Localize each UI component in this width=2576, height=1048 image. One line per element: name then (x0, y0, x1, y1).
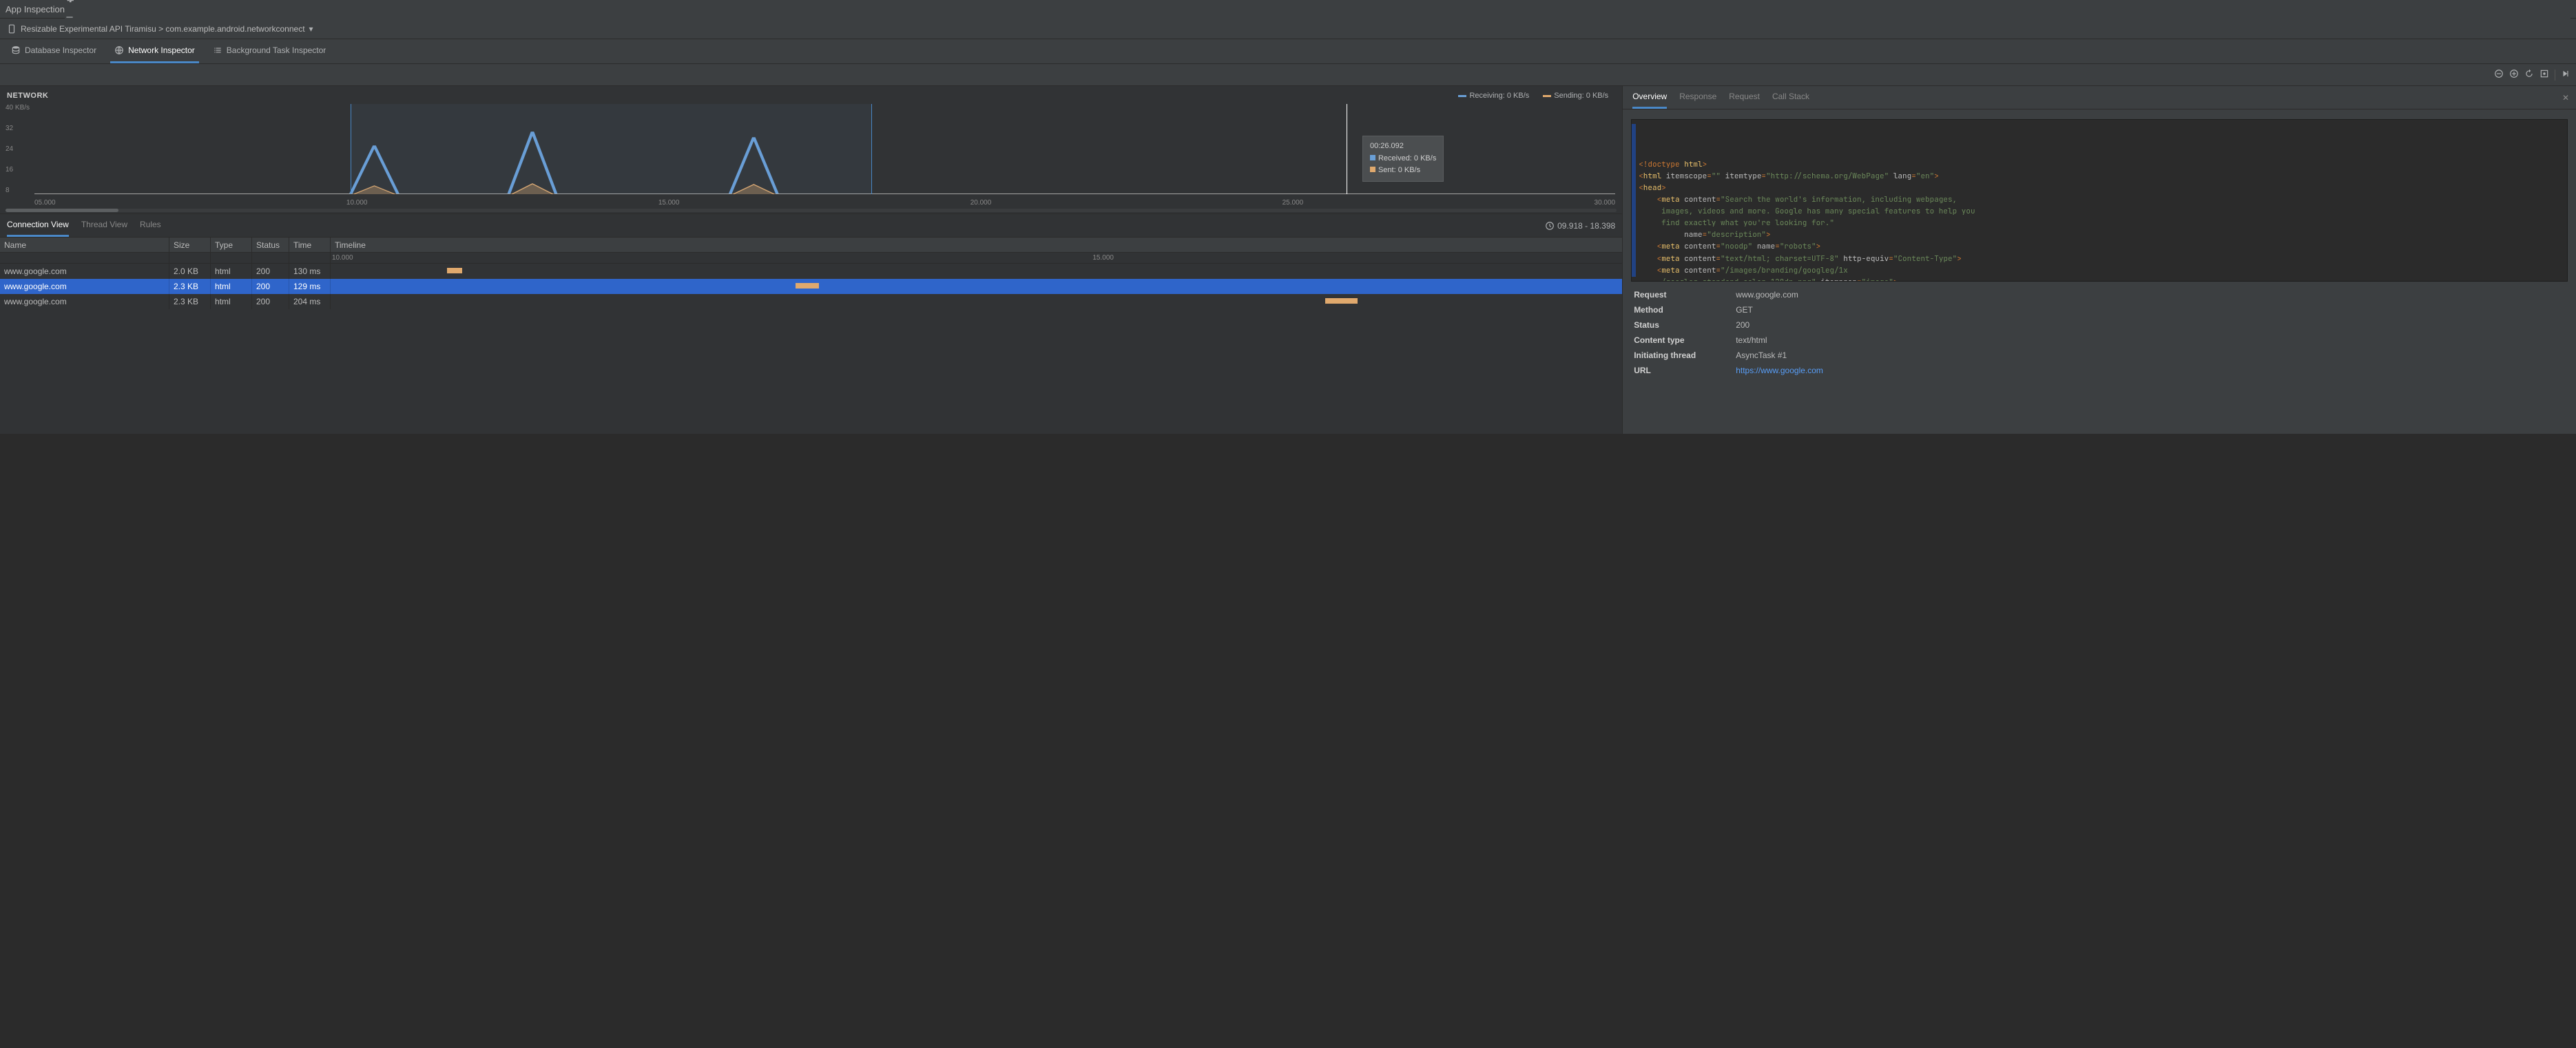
tab-label: Background Task Inspector (227, 45, 326, 55)
detail-pane: Overview Response Request Call Stack ✕ <… (1623, 86, 2576, 434)
value-request: www.google.com (1736, 290, 2565, 300)
fit-selection-icon[interactable] (2539, 69, 2549, 81)
tooltip-time: 00:26.092 (1370, 140, 1436, 153)
value-initiating-thread: AsyncTask #1 (1736, 350, 2565, 360)
y-axis: 40 KB/s 32 24 16 8 (6, 104, 30, 194)
tooltip-received: Received: 0 KB/s (1378, 154, 1436, 163)
tooltip-sent: Sent: 0 KB/s (1378, 166, 1420, 174)
chart-tooltip: 00:26.092 Received: 0 KB/s Sent: 0 KB/s (1362, 136, 1444, 182)
inspector-tabs: Database Inspector Network Inspector Bac… (0, 39, 2576, 64)
panel-title: App Inspection (6, 4, 65, 14)
label-content-type: Content type (1634, 335, 1730, 345)
response-body-preview[interactable]: <!doctype html><html itemscope="" itemty… (1631, 119, 2568, 282)
value-method: GET (1736, 305, 2565, 315)
label-request: Request (1634, 290, 1730, 300)
database-icon (11, 45, 21, 55)
titlebar: App Inspection (0, 0, 2576, 19)
plot-area[interactable]: 00:26.092 Received: 0 KB/s Sent: 0 KB/s (34, 104, 1615, 194)
legend-swatch-sending (1543, 95, 1551, 97)
device-label: Resizable Experimental API Tiramisu > co… (21, 24, 305, 34)
globe-icon (114, 45, 124, 55)
reset-zoom-icon[interactable] (2524, 69, 2534, 81)
detail-tabs: Overview Response Request Call Stack ✕ (1623, 86, 2576, 109)
table-row[interactable]: www.google.com2.3 KBhtml200129 ms (0, 279, 1622, 294)
tab-label: Database Inspector (25, 45, 96, 55)
legend-swatch-receiving (1458, 95, 1466, 97)
tab-overview[interactable]: Overview (1632, 86, 1667, 109)
legend-sending: Sending: 0 KB/s (1554, 92, 1608, 100)
tab-rules[interactable]: Rules (140, 214, 161, 237)
value-content-type: text/html (1736, 335, 2565, 345)
col-status[interactable]: Status (252, 238, 289, 252)
chart-legend: Receiving: 0 KB/s Sending: 0 KB/s (1458, 92, 1608, 100)
network-chart[interactable]: NETWORK Receiving: 0 KB/s Sending: 0 KB/… (0, 86, 1622, 214)
label-method: Method (1634, 305, 1730, 315)
label-url: URL (1634, 366, 1730, 375)
device-icon (7, 24, 17, 34)
tab-thread-view[interactable]: Thread View (81, 214, 127, 237)
col-name[interactable]: Name (0, 238, 169, 252)
tab-call-stack[interactable]: Call Stack (1772, 86, 1809, 109)
timeline-scrollbar[interactable] (6, 209, 1617, 212)
minimize-icon[interactable] (65, 12, 2570, 24)
selection-region[interactable] (351, 104, 872, 194)
request-details: Request www.google.com Method GET Status… (1623, 287, 2576, 381)
col-time[interactable]: Time (289, 238, 331, 252)
value-status: 200 (1736, 320, 2565, 330)
value-url[interactable]: https://www.google.com (1736, 366, 2565, 375)
zoom-out-icon[interactable] (2494, 69, 2504, 81)
chart-title: NETWORK (7, 92, 48, 100)
tab-network-inspector[interactable]: Network Inspector (110, 39, 199, 63)
chart-toolbar (0, 64, 2576, 86)
tab-database-inspector[interactable]: Database Inspector (7, 39, 101, 63)
time-range-label: 09.918 - 18.398 (1545, 221, 1615, 231)
timeline-scrollbar-thumb[interactable] (6, 209, 118, 212)
col-type[interactable]: Type (211, 238, 252, 252)
tab-request[interactable]: Request (1729, 86, 1760, 109)
table-row[interactable]: www.google.com2.3 KBhtml200204 ms (0, 294, 1622, 309)
list-icon (213, 45, 222, 55)
requests-table: Name Size Type Status Time Timeline 10.0… (0, 238, 1622, 434)
tab-response[interactable]: Response (1679, 86, 1716, 109)
x-axis: 05.000 10.000 15.000 20.000 25.000 30.00… (34, 199, 1615, 207)
label-status: Status (1634, 320, 1730, 330)
zoom-in-icon[interactable] (2509, 69, 2519, 81)
label-initiating-thread: Initiating thread (1634, 350, 1730, 360)
gear-icon[interactable] (65, 0, 2570, 6)
view-tabs: Connection View Thread View Rules 09.918… (0, 214, 1622, 238)
tab-label: Network Inspector (128, 45, 195, 55)
chevron-down-icon: ▾ (309, 24, 313, 34)
tab-connection-view[interactable]: Connection View (7, 214, 69, 237)
tab-background-task-inspector[interactable]: Background Task Inspector (209, 39, 331, 63)
close-icon[interactable]: ✕ (2558, 86, 2573, 109)
clock-icon (1545, 221, 1555, 231)
legend-receiving: Receiving: 0 KB/s (1469, 92, 1529, 100)
col-size[interactable]: Size (169, 238, 211, 252)
col-timeline[interactable]: Timeline (331, 238, 1622, 252)
table-row[interactable]: www.google.com2.0 KBhtml200130 ms (0, 264, 1622, 279)
table-header: Name Size Type Status Time Timeline (0, 238, 1622, 253)
go-live-icon[interactable] (2561, 69, 2570, 81)
